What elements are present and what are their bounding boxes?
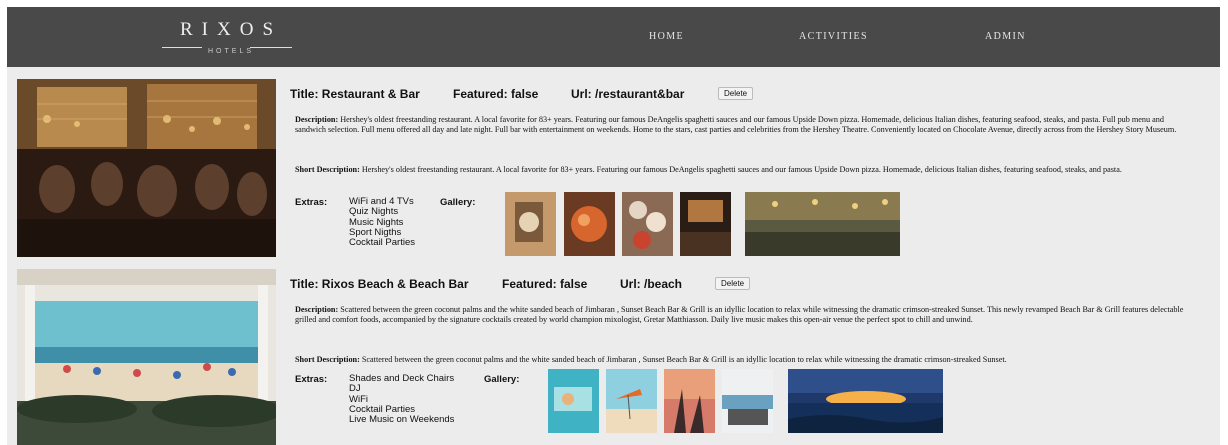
nav-home-link[interactable]: HOME (649, 31, 684, 42)
short-description-label: Short Description: (295, 355, 360, 364)
top-navbar: RIXOS HOTELS HOME ACTIVITIES ADMIN (7, 7, 1220, 67)
restaurant-extras-list: WiFi and 4 TVs Quiz Nights Music Nights … (349, 196, 415, 249)
logo-text: RIXOS (180, 19, 283, 40)
restaurant-main-image (17, 79, 276, 257)
rixos-logo[interactable]: RIXOS HOTELS (162, 17, 292, 57)
page: RIXOS HOTELS HOME ACTIVITIES ADMIN Title… (0, 0, 1228, 445)
restaurant-url: Url: /restaurant&bar (571, 87, 685, 101)
beach-description: Description: Scattered between the green… (295, 305, 1195, 326)
extra-item: Shades and Deck Chairs (349, 373, 455, 384)
extra-item: Cocktail Parties (349, 237, 415, 249)
restaurant-description: Description: Hershey's oldest freestandi… (295, 115, 1195, 136)
restaurant-description-text: Hershey's oldest freestanding restaurant… (295, 115, 1177, 135)
activity-card-restaurant: Title: Restaurant & Bar Featured: false … (7, 79, 1220, 257)
restaurant-delete-button[interactable]: Delete (718, 87, 754, 100)
beach-title: Title: Rixos Beach & Beach Bar (290, 277, 469, 291)
restaurant-gallery-image[interactable] (564, 192, 615, 256)
restaurant-gallery-image[interactable] (622, 192, 673, 256)
restaurant-gallery-label: Gallery: (440, 197, 476, 208)
restaurant-title: Title: Restaurant & Bar (290, 87, 420, 101)
beach-featured: Featured: false (502, 277, 588, 291)
logo-subtext: HOTELS (208, 48, 255, 55)
logo-divider-right (250, 47, 292, 48)
beach-gallery-label: Gallery: (484, 374, 520, 385)
restaurant-short-description: Short Description: Hershey's oldest free… (295, 165, 1195, 175)
beach-gallery-image[interactable] (788, 369, 943, 433)
activities-list: Title: Restaurant & Bar Featured: false … (7, 67, 1220, 445)
beach-description-text: Scattered between the green coconut palm… (295, 305, 1184, 325)
restaurant-extras-label: Extras: (295, 197, 328, 208)
beach-main-image (17, 269, 276, 445)
beach-gallery-image[interactable] (664, 369, 715, 433)
restaurant-gallery-image[interactable] (745, 192, 900, 256)
restaurant-gallery-image[interactable] (680, 192, 731, 256)
description-label: Description: (295, 305, 339, 314)
description-label: Description: (295, 115, 339, 124)
beach-short-description-text: Scattered between the green coconut palm… (361, 355, 1007, 364)
beach-gallery-image[interactable] (722, 369, 773, 433)
beach-extras-list: Shades and Deck Chairs DJ WiFi Cocktail … (349, 373, 455, 426)
activity-card-beach: Title: Rixos Beach & Beach Bar Featured:… (7, 269, 1220, 445)
beach-extras-label: Extras: (295, 374, 328, 385)
extra-item: Live Music on Weekends (349, 414, 455, 426)
beach-delete-button[interactable]: Delete (715, 277, 751, 290)
beach-short-description: Short Description: Scattered between the… (295, 355, 1195, 365)
beach-gallery-image[interactable] (548, 369, 599, 433)
logo-divider-left (162, 47, 202, 48)
beach-url: Url: /beach (620, 277, 683, 291)
restaurant-short-description-text: Hershey's oldest freestanding restaurant… (361, 165, 1122, 174)
nav-admin-link[interactable]: ADMIN (985, 31, 1026, 42)
restaurant-featured: Featured: false (453, 87, 539, 101)
short-description-label: Short Description: (295, 165, 360, 174)
nav-activities-link[interactable]: ACTIVITIES (799, 31, 868, 42)
beach-gallery-image[interactable] (606, 369, 657, 433)
restaurant-gallery-image[interactable] (505, 192, 556, 256)
